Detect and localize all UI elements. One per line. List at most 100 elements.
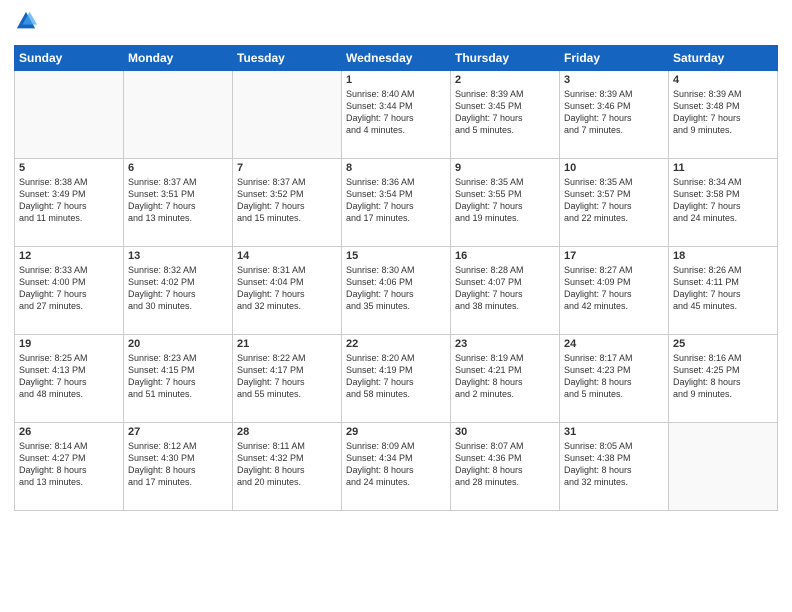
day-info: Sunrise: 8:40 AM Sunset: 3:44 PM Dayligh… <box>346 88 446 137</box>
day-info: Sunrise: 8:14 AM Sunset: 4:27 PM Dayligh… <box>19 440 119 489</box>
day-info: Sunrise: 8:31 AM Sunset: 4:04 PM Dayligh… <box>237 264 337 313</box>
day-number: 7 <box>237 162 337 174</box>
day-number: 4 <box>673 74 773 86</box>
calendar-cell: 23 Sunrise: 8:19 AM Sunset: 4:21 PM Dayli… <box>451 335 560 423</box>
calendar-cell: 6 Sunrise: 8:37 AM Sunset: 3:51 PM Daylig… <box>124 159 233 247</box>
day-number: 13 <box>128 250 228 262</box>
calendar-cell: 25 Sunrise: 8:16 AM Sunset: 4:25 PM Dayli… <box>669 335 778 423</box>
calendar-cell <box>124 71 233 159</box>
calendar-cell: 17 Sunrise: 8:27 AM Sunset: 4:09 PM Dayli… <box>560 247 669 335</box>
day-number: 15 <box>346 250 446 262</box>
day-info: Sunrise: 8:09 AM Sunset: 4:34 PM Dayligh… <box>346 440 446 489</box>
day-info: Sunrise: 8:25 AM Sunset: 4:13 PM Dayligh… <box>19 352 119 401</box>
calendar-cell: 31 Sunrise: 8:05 AM Sunset: 4:38 PM Dayli… <box>560 423 669 511</box>
calendar-cell: 29 Sunrise: 8:09 AM Sunset: 4:34 PM Dayli… <box>342 423 451 511</box>
day-number: 9 <box>455 162 555 174</box>
day-number: 10 <box>564 162 664 174</box>
day-number: 18 <box>673 250 773 262</box>
day-number: 24 <box>564 338 664 350</box>
day-number: 20 <box>128 338 228 350</box>
calendar-cell: 26 Sunrise: 8:14 AM Sunset: 4:27 PM Dayli… <box>15 423 124 511</box>
calendar-cell: 7 Sunrise: 8:37 AM Sunset: 3:52 PM Daylig… <box>233 159 342 247</box>
day-info: Sunrise: 8:36 AM Sunset: 3:54 PM Dayligh… <box>346 176 446 225</box>
calendar-cell: 14 Sunrise: 8:31 AM Sunset: 4:04 PM Dayli… <box>233 247 342 335</box>
day-number: 26 <box>19 426 119 438</box>
calendar-week-2: 5 Sunrise: 8:38 AM Sunset: 3:49 PM Daylig… <box>15 159 778 247</box>
weekday-header-friday: Friday <box>560 46 669 71</box>
weekday-header-saturday: Saturday <box>669 46 778 71</box>
day-number: 14 <box>237 250 337 262</box>
calendar-cell: 27Sunrise: 8:12 AM Sunset: 4:30 PM Dayli… <box>124 423 233 511</box>
day-info: Sunrise: 8:26 AM Sunset: 4:11 PM Dayligh… <box>673 264 773 313</box>
day-number: 2 <box>455 74 555 86</box>
day-number: 21 <box>237 338 337 350</box>
calendar-cell: 9 Sunrise: 8:35 AM Sunset: 3:55 PM Daylig… <box>451 159 560 247</box>
day-info: Sunrise: 8:39 AM Sunset: 3:48 PM Dayligh… <box>673 88 773 137</box>
day-number: 31 <box>564 426 664 438</box>
calendar-cell: 3Sunrise: 8:39 AM Sunset: 3:46 PM Daylig… <box>560 71 669 159</box>
logo-icon <box>15 10 37 32</box>
weekday-header-sunday: Sunday <box>15 46 124 71</box>
day-number: 11 <box>673 162 773 174</box>
calendar-cell: 28 Sunrise: 8:11 AM Sunset: 4:32 PM Dayli… <box>233 423 342 511</box>
day-number: 22 <box>346 338 446 350</box>
day-info: Sunrise: 8:38 AM Sunset: 3:49 PM Dayligh… <box>19 176 119 225</box>
day-number: 29 <box>346 426 446 438</box>
calendar-cell: 24Sunrise: 8:17 AM Sunset: 4:23 PM Dayli… <box>560 335 669 423</box>
day-number: 6 <box>128 162 228 174</box>
calendar-cell: 15 Sunrise: 8:30 AM Sunset: 4:06 PM Dayli… <box>342 247 451 335</box>
calendar-week-5: 26 Sunrise: 8:14 AM Sunset: 4:27 PM Dayli… <box>15 423 778 511</box>
day-number: 27 <box>128 426 228 438</box>
calendar-cell: 22Sunrise: 8:20 AM Sunset: 4:19 PM Dayli… <box>342 335 451 423</box>
calendar-cell: 19 Sunrise: 8:25 AM Sunset: 4:13 PM Dayli… <box>15 335 124 423</box>
calendar-week-4: 19 Sunrise: 8:25 AM Sunset: 4:13 PM Dayli… <box>15 335 778 423</box>
calendar-cell: 30Sunrise: 8:07 AM Sunset: 4:36 PM Dayli… <box>451 423 560 511</box>
weekday-header-tuesday: Tuesday <box>233 46 342 71</box>
day-info: Sunrise: 8:34 AM Sunset: 3:58 PM Dayligh… <box>673 176 773 225</box>
calendar-cell: 12 Sunrise: 8:33 AM Sunset: 4:00 PM Dayli… <box>15 247 124 335</box>
day-info: Sunrise: 8:16 AM Sunset: 4:25 PM Dayligh… <box>673 352 773 401</box>
day-info: Sunrise: 8:39 AM Sunset: 3:45 PM Dayligh… <box>455 88 555 137</box>
calendar-cell: 1Sunrise: 8:40 AM Sunset: 3:44 PM Daylig… <box>342 71 451 159</box>
calendar-cell: 16 Sunrise: 8:28 AM Sunset: 4:07 PM Dayli… <box>451 247 560 335</box>
logo <box>14 10 39 37</box>
calendar: SundayMondayTuesdayWednesdayThursdayFrid… <box>14 45 778 511</box>
day-number: 5 <box>19 162 119 174</box>
calendar-week-3: 12 Sunrise: 8:33 AM Sunset: 4:00 PM Dayli… <box>15 247 778 335</box>
day-info: Sunrise: 8:30 AM Sunset: 4:06 PM Dayligh… <box>346 264 446 313</box>
day-info: Sunrise: 8:33 AM Sunset: 4:00 PM Dayligh… <box>19 264 119 313</box>
day-info: Sunrise: 8:27 AM Sunset: 4:09 PM Dayligh… <box>564 264 664 313</box>
calendar-cell: 21 Sunrise: 8:22 AM Sunset: 4:17 PM Dayli… <box>233 335 342 423</box>
weekday-header-monday: Monday <box>124 46 233 71</box>
calendar-cell: 13Sunrise: 8:32 AM Sunset: 4:02 PM Dayli… <box>124 247 233 335</box>
day-info: Sunrise: 8:37 AM Sunset: 3:52 PM Dayligh… <box>237 176 337 225</box>
weekday-header-row: SundayMondayTuesdayWednesdayThursdayFrid… <box>15 46 778 71</box>
day-info: Sunrise: 8:35 AM Sunset: 3:57 PM Dayligh… <box>564 176 664 225</box>
calendar-cell: 18 Sunrise: 8:26 AM Sunset: 4:11 PM Dayli… <box>669 247 778 335</box>
calendar-cell: 10 Sunrise: 8:35 AM Sunset: 3:57 PM Dayli… <box>560 159 669 247</box>
day-info: Sunrise: 8:05 AM Sunset: 4:38 PM Dayligh… <box>564 440 664 489</box>
day-info: Sunrise: 8:35 AM Sunset: 3:55 PM Dayligh… <box>455 176 555 225</box>
weekday-header-wednesday: Wednesday <box>342 46 451 71</box>
day-number: 28 <box>237 426 337 438</box>
day-number: 19 <box>19 338 119 350</box>
day-info: Sunrise: 8:11 AM Sunset: 4:32 PM Dayligh… <box>237 440 337 489</box>
calendar-cell: 2 Sunrise: 8:39 AM Sunset: 3:45 PM Daylig… <box>451 71 560 159</box>
page-container: SundayMondayTuesdayWednesdayThursdayFrid… <box>0 0 792 519</box>
day-info: Sunrise: 8:37 AM Sunset: 3:51 PM Dayligh… <box>128 176 228 225</box>
day-number: 17 <box>564 250 664 262</box>
calendar-cell: 4 Sunrise: 8:39 AM Sunset: 3:48 PM Daylig… <box>669 71 778 159</box>
day-number: 12 <box>19 250 119 262</box>
day-info: Sunrise: 8:28 AM Sunset: 4:07 PM Dayligh… <box>455 264 555 313</box>
day-number: 23 <box>455 338 555 350</box>
day-info: Sunrise: 8:22 AM Sunset: 4:17 PM Dayligh… <box>237 352 337 401</box>
calendar-cell: 5 Sunrise: 8:38 AM Sunset: 3:49 PM Daylig… <box>15 159 124 247</box>
calendar-week-1: 1Sunrise: 8:40 AM Sunset: 3:44 PM Daylig… <box>15 71 778 159</box>
day-number: 16 <box>455 250 555 262</box>
day-info: Sunrise: 8:19 AM Sunset: 4:21 PM Dayligh… <box>455 352 555 401</box>
calendar-cell: 20Sunrise: 8:23 AM Sunset: 4:15 PM Dayli… <box>124 335 233 423</box>
day-info: Sunrise: 8:39 AM Sunset: 3:46 PM Dayligh… <box>564 88 664 137</box>
day-info: Sunrise: 8:07 AM Sunset: 4:36 PM Dayligh… <box>455 440 555 489</box>
day-number: 25 <box>673 338 773 350</box>
weekday-header-thursday: Thursday <box>451 46 560 71</box>
